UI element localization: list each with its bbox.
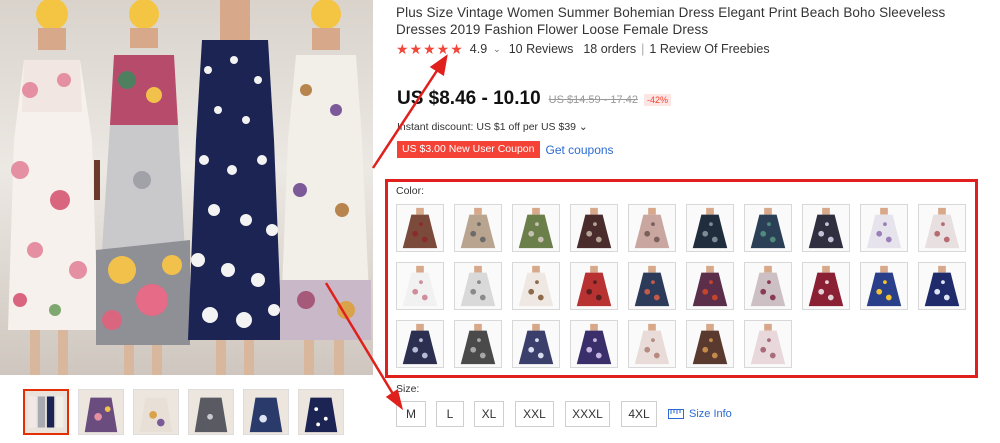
orders-count: 18 orders (583, 42, 637, 56)
swatch-dress-image (629, 321, 675, 367)
color-swatch[interactable] (454, 204, 502, 252)
swatch-dress-image (803, 263, 849, 309)
color-swatch[interactable] (628, 262, 676, 310)
arrowhead-rating (429, 54, 448, 77)
size-info-label: Size Info (689, 408, 732, 420)
current-price: US $8.46 - 10.10 (397, 88, 541, 109)
color-swatch[interactable] (628, 320, 676, 368)
chevron-down-icon[interactable]: ⌄ (493, 44, 501, 55)
swatch-dress-image (513, 321, 559, 367)
color-swatch[interactable] (454, 320, 502, 368)
color-label: Color: (396, 185, 425, 197)
freebies-review-link[interactable]: 1 Review Of Freebies (649, 42, 769, 56)
size-option-xxl[interactable]: XXL (515, 401, 554, 427)
color-swatch[interactable] (860, 262, 908, 310)
divider: | (641, 42, 645, 56)
color-swatch[interactable] (744, 204, 792, 252)
color-swatch[interactable] (918, 204, 966, 252)
swatch-dress-image (687, 321, 733, 367)
rating-stars: ★★★★★ (396, 40, 464, 57)
swatch-dress-image (629, 205, 675, 251)
thumbnail-1[interactable] (23, 389, 69, 435)
dress-model-1 (0, 0, 100, 375)
thumbnail-6[interactable] (298, 389, 344, 435)
color-swatch[interactable] (686, 204, 734, 252)
ruler-icon (668, 409, 684, 419)
color-swatch[interactable] (512, 204, 560, 252)
dress-model-3 (184, 0, 284, 375)
swatch-dress-image (513, 263, 559, 309)
swatch-dress-image (745, 321, 791, 367)
swatch-dress-image (745, 263, 791, 309)
main-product-image[interactable] (0, 0, 373, 375)
swatch-dress-image (861, 205, 907, 251)
swatch-dress-image (919, 263, 965, 309)
thumbnail-5[interactable] (243, 389, 289, 435)
swatch-dress-image (455, 263, 501, 309)
color-swatch[interactable] (454, 262, 502, 310)
swatch-dress-image (745, 205, 791, 251)
color-swatch[interactable] (396, 262, 444, 310)
rating-row: ★★★★★ 4.9 ⌄ 10 Reviews 18 orders | 1 Rev… (396, 40, 770, 58)
color-swatch[interactable] (686, 320, 734, 368)
color-swatch[interactable] (918, 262, 966, 310)
product-title: Plus Size Vintage Women Summer Bohemian … (396, 5, 946, 37)
color-swatch[interactable] (570, 262, 618, 310)
size-option-4xl[interactable]: 4XL (621, 401, 657, 427)
color-swatch[interactable] (860, 204, 908, 252)
rating-value[interactable]: 4.9 (470, 42, 487, 56)
swatch-dress-image (687, 205, 733, 251)
color-swatch[interactable] (570, 320, 618, 368)
swatch-dress-image (803, 205, 849, 251)
price-row: US $8.46 - 10.10 US $14.59 - 17.42 -42% (397, 86, 671, 110)
swatch-dress-image (397, 321, 443, 367)
original-price: US $14.59 - 17.42 (548, 94, 638, 106)
swatch-dress-image (571, 263, 617, 309)
coupon-row: US $3.00 New User Coupon Get coupons (397, 141, 614, 158)
color-swatch[interactable] (744, 320, 792, 368)
thumbnail-2[interactable] (78, 389, 124, 435)
color-swatch[interactable] (570, 204, 618, 252)
reviews-link[interactable]: 10 Reviews (509, 42, 574, 56)
thumbnail-3[interactable] (133, 389, 179, 435)
swatch-dress-image (919, 205, 965, 251)
swatch-dress-image (397, 263, 443, 309)
swatch-dress-image (629, 263, 675, 309)
thumbnail-strip (23, 389, 353, 435)
swatch-dress-image (397, 205, 443, 251)
swatch-dress-image (571, 205, 617, 251)
color-swatch[interactable] (396, 204, 444, 252)
color-swatch[interactable] (802, 204, 850, 252)
color-swatch[interactable] (628, 204, 676, 252)
size-option-xxxl[interactable]: XXXL (565, 401, 610, 427)
color-swatch[interactable] (802, 262, 850, 310)
color-swatch[interactable] (744, 262, 792, 310)
swatch-dress-image (687, 263, 733, 309)
color-swatch[interactable] (512, 262, 560, 310)
swatch-dress-image (513, 205, 559, 251)
new-user-coupon-badge: US $3.00 New User Coupon (397, 141, 540, 158)
color-swatch[interactable] (396, 320, 444, 368)
color-swatch[interactable] (686, 262, 734, 310)
discount-badge: -42% (643, 94, 671, 106)
dress-model-4 (276, 0, 373, 375)
size-option-xl[interactable]: XL (474, 401, 504, 427)
size-info-link[interactable]: Size Info (668, 407, 732, 421)
thumbnail-4[interactable] (188, 389, 234, 435)
dress-model-2 (92, 0, 192, 375)
swatch-dress-image (571, 321, 617, 367)
size-label: Size: (396, 383, 420, 395)
swatch-dress-image (455, 321, 501, 367)
size-option-m[interactable]: M (396, 401, 426, 427)
swatch-dress-image (861, 263, 907, 309)
size-option-l[interactable]: L (436, 401, 464, 427)
get-coupons-link[interactable]: Get coupons (546, 143, 614, 157)
swatch-dress-image (455, 205, 501, 251)
instant-discount[interactable]: Instant discount: US $1 off per US $39 ⌄ (397, 121, 588, 133)
color-swatch[interactable] (512, 320, 560, 368)
